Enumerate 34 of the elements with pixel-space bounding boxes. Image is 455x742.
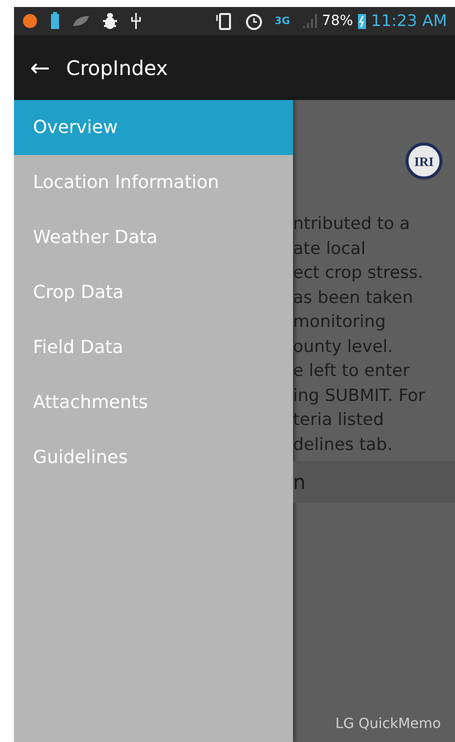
description-text: ing SUBMIT. For <box>293 384 426 408</box>
description-text: ate local <box>293 238 367 260</box>
battery-icon <box>50 12 60 30</box>
overlay-label: LG QuickMemo <box>335 715 441 734</box>
description-text: as been taken <box>293 286 414 310</box>
drawer-item[interactable]: Crop Data <box>14 265 293 320</box>
description-text: monitoring <box>293 311 387 334</box>
drawer-item[interactable]: Overview <box>14 100 293 155</box>
description-text: e left to enter <box>293 360 411 383</box>
battery-percent: 78% <box>322 12 354 31</box>
drawer-item[interactable]: Guidelines <box>14 430 293 485</box>
battery-charging-icon <box>357 12 368 30</box>
description-text: ounty level. <box>293 336 394 358</box>
signal-icon <box>302 13 318 29</box>
description-text: teria listed <box>293 409 385 432</box>
leaf-icon <box>72 15 90 27</box>
reset-form-button[interactable]: n <box>293 461 455 503</box>
clock: 11:23 AM <box>371 10 447 32</box>
alarm-icon <box>244 12 263 30</box>
description-text: delines tab. <box>293 434 394 456</box>
app-title: CropIndex <box>66 54 168 82</box>
drawer-item[interactable]: Weather Data <box>14 210 293 265</box>
description-text: ntributed to a <box>293 213 411 236</box>
bug-icon <box>102 12 118 30</box>
network-type: 3G <box>274 14 290 28</box>
drawer-item[interactable]: Location Information <box>14 155 293 210</box>
usb-icon <box>130 12 142 30</box>
logo-icon: IRI <box>405 142 443 180</box>
back-button[interactable]: ← <box>30 56 50 80</box>
description-text: ect crop stress. <box>293 262 424 285</box>
drawer-item[interactable]: Attachments <box>14 375 293 430</box>
app-notification-icon <box>22 13 38 29</box>
drawer-item[interactable]: Field Data <box>14 320 293 375</box>
vibrate-icon <box>214 12 233 30</box>
